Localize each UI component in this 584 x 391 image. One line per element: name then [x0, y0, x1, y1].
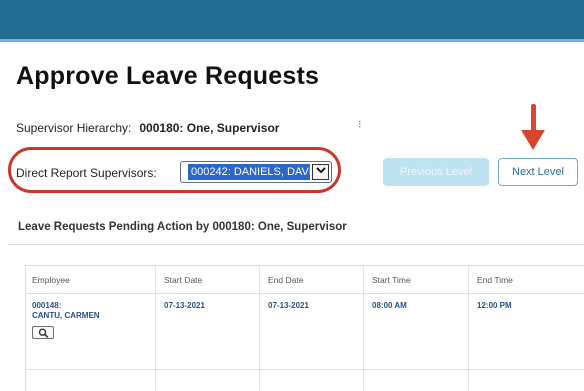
direct-report-label: Direct Report Supervisors: [16, 166, 157, 180]
table-row-divider [25, 369, 584, 370]
column-divider [468, 265, 469, 390]
end-date-cell: 07-13-2021 [268, 301, 309, 310]
next-level-button[interactable]: Next Level [498, 158, 578, 186]
start-date-cell: 07-13-2021 [164, 301, 205, 310]
column-divider [155, 265, 156, 390]
column-header-end-time[interactable]: End Time [477, 275, 513, 285]
chevron-down-icon[interactable] [312, 164, 329, 180]
column-header-start-date[interactable]: Start Date [164, 275, 202, 285]
column-divider [259, 265, 260, 390]
column-divider [363, 265, 364, 390]
end-time-cell: 12:00 PM [477, 301, 512, 310]
app-header-bar [0, 0, 584, 42]
pending-heading: Leave Requests Pending Action by 000180:… [18, 221, 347, 233]
column-header-end-date[interactable]: End Date [268, 275, 303, 285]
view-details-button[interactable] [32, 326, 54, 339]
direct-report-select[interactable]: 000242: DANIELS, DAVID [180, 161, 332, 183]
start-time-cell: 08:00 AM [372, 301, 407, 310]
supervisor-hierarchy-value: 000180: One, Supervisor [139, 121, 280, 135]
section-divider [8, 244, 584, 245]
page-title: Approve Leave Requests [16, 62, 320, 90]
employee-cell[interactable]: 000148: CANTU, CARMEN [32, 301, 100, 321]
supervisor-hierarchy: Supervisor Hierarchy: 000180: One, Superv… [16, 121, 279, 135]
employee-name[interactable]: CANTU, CARMEN [32, 311, 100, 321]
employee-id[interactable]: 000148: [32, 301, 100, 311]
column-header-start-time[interactable]: Start Time [372, 275, 411, 285]
magnifier-icon [38, 328, 49, 338]
direct-report-selected-value: 000242: DANIELS, DAVID [188, 164, 310, 180]
column-header-employee[interactable]: Employee [32, 275, 70, 285]
table-header-divider [25, 293, 584, 294]
supervisor-hierarchy-label: Supervisor Hierarchy: [16, 121, 132, 135]
divider-mark: ⁝ [358, 119, 362, 131]
previous-level-button[interactable]: Previous Level [383, 158, 489, 186]
